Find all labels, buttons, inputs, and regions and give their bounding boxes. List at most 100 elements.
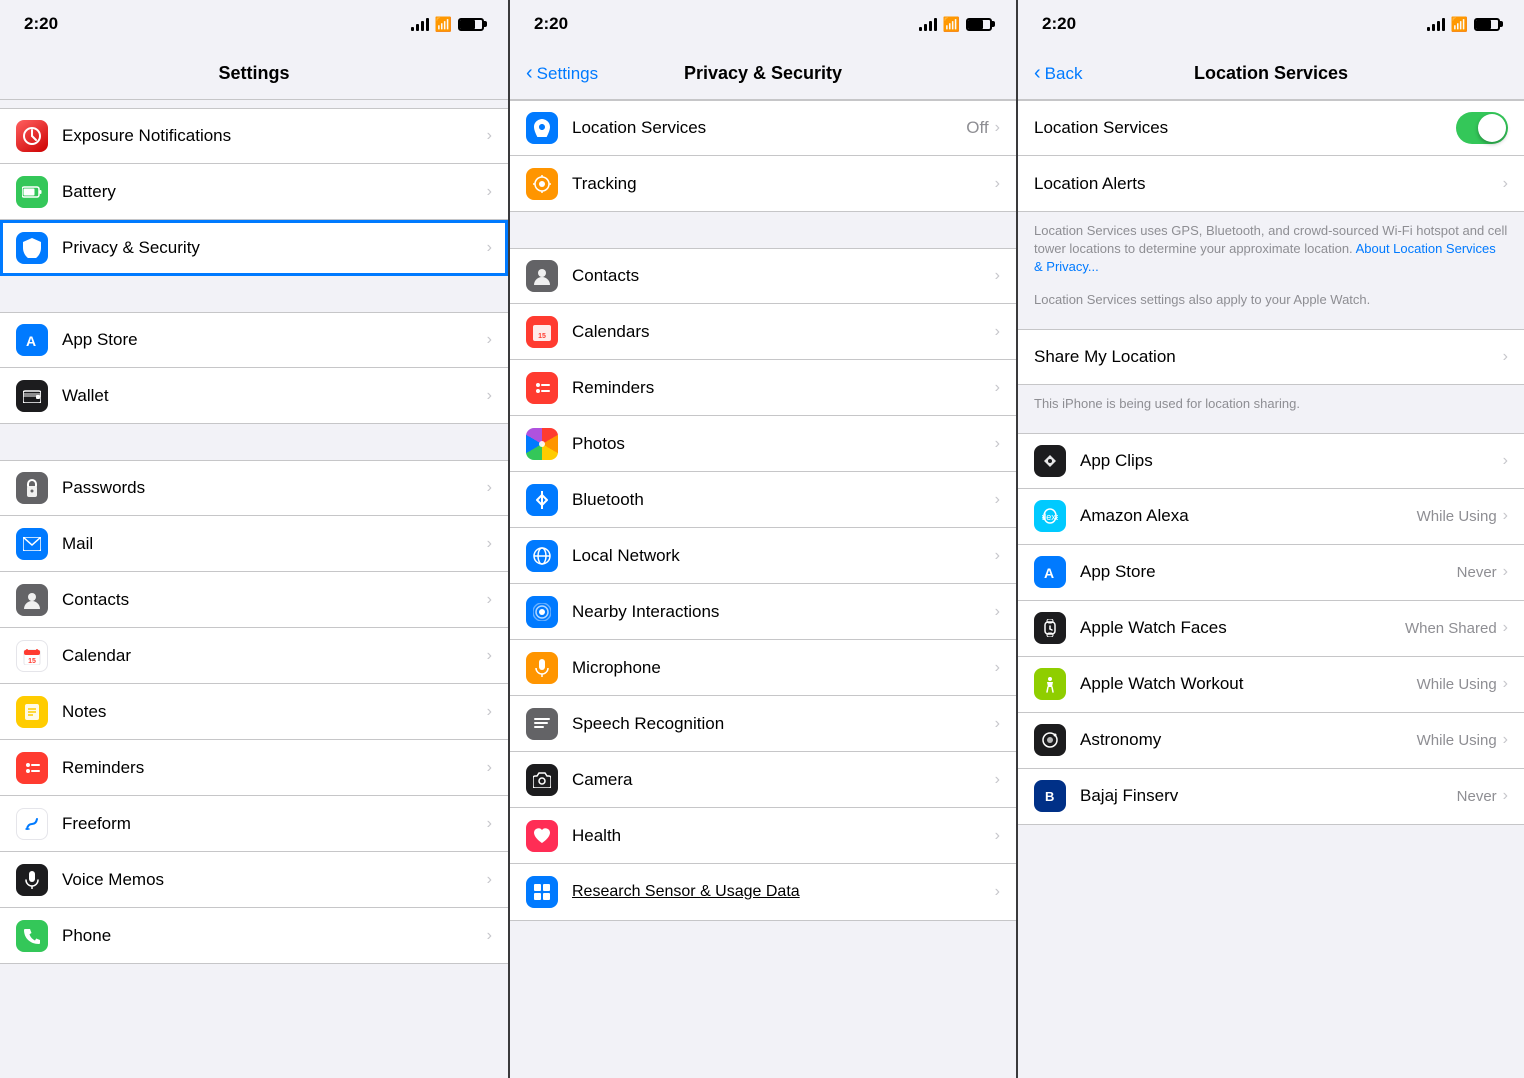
settings-row-tracking[interactable]: Tracking ›	[510, 156, 1016, 212]
settings-row-phone[interactable]: Phone ›	[0, 908, 508, 964]
settings-row-watchworkout[interactable]: Apple Watch Workout While Using ›	[1018, 657, 1524, 713]
settings-row-voicememos[interactable]: Voice Memos ›	[0, 852, 508, 908]
back-label-3[interactable]: Back	[1045, 64, 1083, 84]
settings-row-alexa[interactable]: alexa Amazon Alexa While Using ›	[1018, 489, 1524, 545]
panel-settings: 2:20 📶 Settings Exposure Notifications	[0, 0, 508, 1078]
settings-row-bajaj[interactable]: B Bajaj Finserv Never ›	[1018, 769, 1524, 825]
settings-row-battery[interactable]: Battery ›	[0, 164, 508, 220]
back-chevron-3: ‹	[1034, 63, 1041, 83]
settings-row-contacts[interactable]: Contacts ›	[0, 572, 508, 628]
settings-list-2[interactable]: Location Services Off › Tracking › Conta…	[510, 100, 1016, 1078]
settings-row-appstore[interactable]: A App Store ›	[0, 312, 508, 368]
battery-fill-1	[460, 20, 475, 29]
settings-row-appclips[interactable]: App Clips ›	[1018, 433, 1524, 489]
settings-list-3[interactable]: Location Services Location Alerts › Loca…	[1018, 100, 1524, 1078]
settings-row-exposure[interactable]: Exposure Notifications ›	[0, 108, 508, 164]
chevron-voicememos: ›	[487, 871, 492, 889]
chevron-mail: ›	[487, 535, 492, 553]
settings-row-camera[interactable]: Camera ›	[510, 752, 1016, 808]
settings-row-astronomy[interactable]: Astronomy While Using ›	[1018, 713, 1524, 769]
toggle-label: Location Services	[1034, 118, 1456, 138]
value-location: Off	[966, 118, 988, 138]
settings-row-location[interactable]: Location Services Off ›	[510, 100, 1016, 156]
chevron-nearby: ›	[995, 603, 1000, 621]
time-2: 2:20	[534, 14, 568, 34]
label-share: Share My Location	[1034, 347, 1503, 367]
chevron-localnetwork: ›	[995, 547, 1000, 565]
spacer-p2-1	[510, 212, 1016, 248]
settings-row-wallet[interactable]: Wallet ›	[0, 368, 508, 424]
nav-back-2[interactable]: ‹ Settings	[526, 64, 598, 84]
desc-text-2: Location Services settings also apply to…	[1034, 292, 1370, 307]
chevron-battery: ›	[487, 183, 492, 201]
label-mail: Mail	[62, 534, 487, 554]
value-astronomy: While Using	[1417, 732, 1497, 749]
settings-row-location-alerts[interactable]: Location Alerts ›	[1018, 156, 1524, 212]
label-battery: Battery	[62, 182, 487, 202]
icon-exposure	[16, 120, 48, 152]
svg-text:A: A	[1044, 565, 1054, 581]
chevron-watchfaces: ›	[1503, 619, 1508, 637]
icon-nearby	[526, 596, 558, 628]
label-photos: Photos	[572, 434, 995, 454]
panel-privacy: 2:20 📶 ‹ Settings Privacy & Security	[508, 0, 1016, 1078]
settings-row-bluetooth[interactable]: Bluetooth ›	[510, 472, 1016, 528]
back-label-2[interactable]: Settings	[537, 64, 598, 84]
chevron-appclips: ›	[1503, 452, 1508, 470]
icon-location	[526, 112, 558, 144]
icon-astronomy	[1034, 724, 1066, 756]
toggle-switch[interactable]	[1456, 112, 1508, 144]
signal-bars-3	[1427, 17, 1445, 31]
icon-calendar: 15	[16, 640, 48, 672]
settings-row-reminders-p2[interactable]: Reminders ›	[510, 360, 1016, 416]
nav-back-3[interactable]: ‹ Back	[1034, 64, 1082, 84]
settings-row-localnetwork[interactable]: Local Network ›	[510, 528, 1016, 584]
settings-row-mail[interactable]: Mail ›	[0, 516, 508, 572]
settings-row-calendars[interactable]: 15 Calendars ›	[510, 304, 1016, 360]
settings-row-notes[interactable]: Notes ›	[0, 684, 508, 740]
settings-row-health[interactable]: Health ›	[510, 808, 1016, 864]
icon-reminders	[16, 752, 48, 784]
icon-calendars: 15	[526, 316, 558, 348]
settings-row-privacy[interactable]: Privacy & Security ›	[0, 220, 508, 276]
status-bar-1: 2:20 📶	[0, 0, 508, 48]
settings-row-appstore-loc[interactable]: A App Store Never ›	[1018, 545, 1524, 601]
settings-row-freeform[interactable]: Freeform ›	[0, 796, 508, 852]
chevron-watchworkout: ›	[1503, 675, 1508, 693]
signal-bars-1	[411, 17, 429, 31]
share-desc-text: This iPhone is being used for location s…	[1034, 396, 1300, 411]
settings-row-microphone[interactable]: Microphone ›	[510, 640, 1016, 696]
chevron-calendars: ›	[995, 323, 1000, 341]
settings-row-watchfaces[interactable]: Apple Watch Faces When Shared ›	[1018, 601, 1524, 657]
icon-freeform	[16, 808, 48, 840]
value-alexa: While Using	[1417, 508, 1497, 525]
label-exposure: Exposure Notifications	[62, 126, 487, 146]
icon-reminders-p2	[526, 372, 558, 404]
settings-row-contacts-p2[interactable]: Contacts ›	[510, 248, 1016, 304]
chevron-privacy: ›	[487, 239, 492, 257]
svg-text:alexa: alexa	[1042, 512, 1058, 522]
label-localnetwork: Local Network	[572, 546, 995, 566]
chevron-camera: ›	[995, 771, 1000, 789]
settings-row-photos[interactable]: Photos ›	[510, 416, 1016, 472]
settings-row-passwords[interactable]: Passwords ›	[0, 460, 508, 516]
value-watchfaces: When Shared	[1405, 620, 1497, 637]
label-astronomy: Astronomy	[1080, 730, 1417, 750]
settings-row-speech[interactable]: Speech Recognition ›	[510, 696, 1016, 752]
spacer-2	[0, 276, 508, 312]
label-contacts: Contacts	[62, 590, 487, 610]
label-nearby: Nearby Interactions	[572, 602, 995, 622]
time-3: 2:20	[1042, 14, 1076, 34]
chevron-tracking: ›	[995, 175, 1000, 193]
label-camera: Camera	[572, 770, 995, 790]
settings-row-reminders[interactable]: Reminders ›	[0, 740, 508, 796]
settings-row-calendar[interactable]: 15 Calendar ›	[0, 628, 508, 684]
battery-icon-1	[458, 18, 484, 31]
icon-camera	[526, 764, 558, 796]
settings-row-research[interactable]: Research Sensor & Usage Data ›	[510, 864, 1016, 921]
settings-row-share[interactable]: Share My Location ›	[1018, 329, 1524, 385]
label-watchworkout: Apple Watch Workout	[1080, 674, 1417, 694]
label-health: Health	[572, 826, 995, 846]
settings-list-1[interactable]: Exposure Notifications › Battery › Priva…	[0, 100, 508, 1078]
settings-row-nearby[interactable]: Nearby Interactions ›	[510, 584, 1016, 640]
